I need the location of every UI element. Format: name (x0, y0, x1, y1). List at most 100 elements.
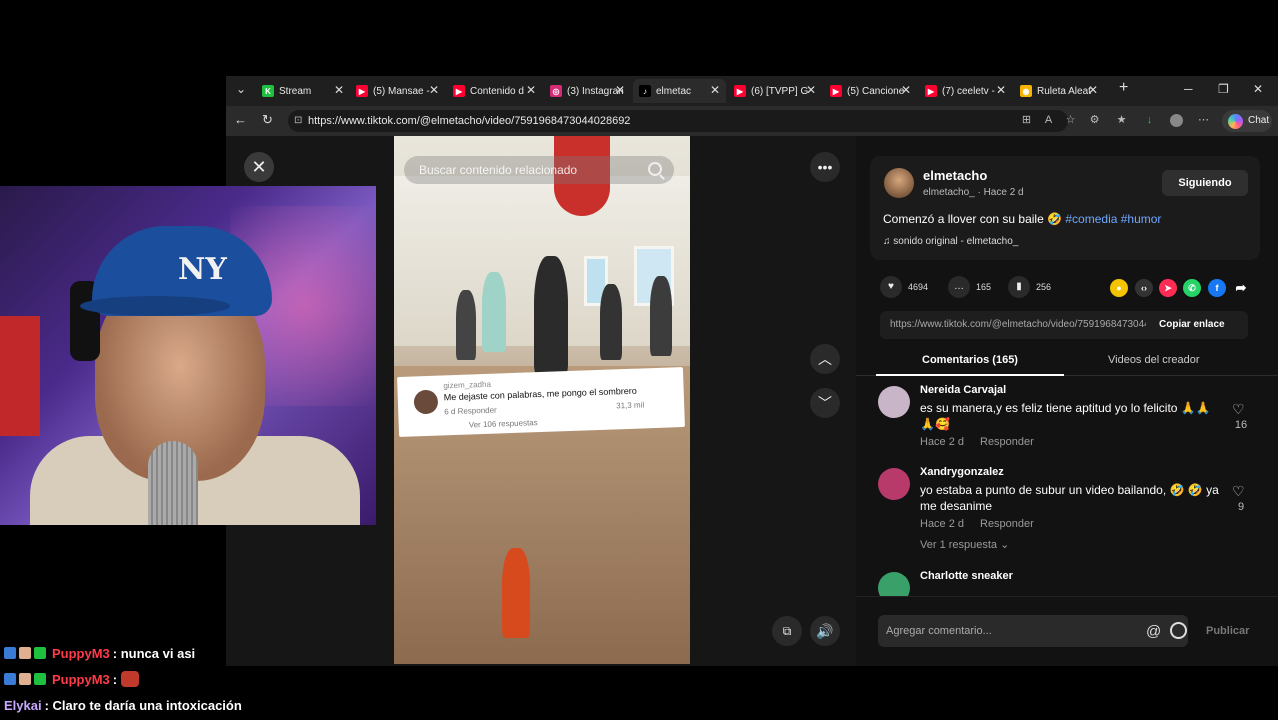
related-search-input[interactable]: Buscar contenido relacionado (404, 156, 674, 184)
comment-avatar[interactable] (878, 572, 910, 596)
author-meta: elmetacho_ · Hace 2 d (923, 187, 1024, 198)
video-frame-dancer (502, 548, 530, 638)
pip-button[interactable]: ⧉ (772, 616, 802, 646)
browser-tab[interactable]: ▶ (5) Mansae - ✕ (350, 79, 445, 103)
webcam-cap-brim (80, 296, 230, 316)
browser-tab[interactable]: ◉ Ruleta Aleat ✕ (1014, 79, 1104, 103)
copy-link-button[interactable]: Copiar enlace (1159, 319, 1225, 330)
embed-code-icon[interactable]: ‹› (1135, 279, 1153, 297)
tab-creator-videos[interactable]: Videos del creador (1108, 354, 1200, 366)
split-screen-icon[interactable]: ⊞ (1020, 114, 1033, 127)
comment-stat[interactable]: … 165 (948, 276, 991, 298)
browser-tab[interactable]: ▶ Contenido d ✕ (447, 79, 542, 103)
minimize-icon[interactable]: ─ (1184, 82, 1193, 96)
browser-tab[interactable]: ♪ elmetac ✕ (633, 79, 726, 103)
comment-item: Xandrygonzalez yo estaba a punto de subu… (856, 466, 1278, 566)
kick-badge-icon (34, 647, 46, 659)
tab-close-icon[interactable]: ✕ (710, 83, 720, 97)
sound-link[interactable]: ♫ sonido original - elmetacho_ (883, 236, 1018, 247)
tab-close-icon[interactable]: ✕ (996, 83, 1006, 97)
site-info-icon[interactable]: ⊡ (294, 110, 302, 132)
caption-hashtags[interactable]: #comedia #humor (1065, 212, 1161, 226)
save-stat[interactable]: ▮ 256 (1008, 276, 1051, 298)
whatsapp-icon[interactable]: ✆ (1183, 279, 1201, 297)
browser-window: ⌄ K Stream ✕ ▶ (5) Mansae - ✕ ▶ Contenido d ✕ ◎ (3… (226, 76, 1278, 666)
publish-button[interactable]: Publicar (1206, 625, 1249, 637)
tiktok-page: ✕ Buscar contenido relacionado gizem_zad… (226, 136, 1278, 666)
new-tab-plus-icon[interactable]: + (1119, 79, 1128, 97)
comments-tabs: Comentarios (165) Videos del creador (856, 346, 1278, 376)
youtube-icon: ▶ (356, 85, 368, 97)
facebook-icon[interactable]: f (1208, 279, 1226, 297)
comment-text: yo estaba a punto de subur un video bail… (920, 483, 1219, 513)
volume-button[interactable]: 🔊 (810, 616, 840, 646)
favorites-icon[interactable]: ★ (1115, 114, 1128, 127)
favorite-star-icon[interactable]: ☆ (1064, 114, 1077, 127)
add-comment-input[interactable]: Agregar comentario... (878, 615, 1188, 647)
browser-tab[interactable]: ◎ (3) Instagran ✕ (544, 79, 631, 103)
comment-author[interactable]: Xandrygonzalez (920, 466, 1004, 478)
video-frame-dancer (600, 284, 622, 360)
view-replies-button[interactable]: Ver 1 respuesta ⌄ (920, 538, 1009, 551)
comment-avatar[interactable] (878, 386, 910, 418)
restore-icon[interactable]: ❐ (1218, 82, 1229, 96)
close-video-button[interactable]: ✕ (244, 152, 274, 182)
overlay-comment-card: gizem_zadha Me dejaste con palabras, me … (397, 367, 685, 437)
tab-list-chevron-icon[interactable]: ⌄ (236, 82, 246, 96)
next-video-button[interactable]: ﹀ (810, 388, 840, 418)
tab-label: Ruleta Aleat (1037, 85, 1091, 97)
video-player[interactable]: Buscar contenido relacionado gizem_zadha… (394, 136, 690, 664)
mention-at-icon[interactable]: @ (1146, 623, 1161, 640)
downloads-icon[interactable]: ↓ (1143, 114, 1156, 127)
tab-close-icon[interactable]: ✕ (526, 83, 536, 97)
coin-share-icon[interactable]: ● (1110, 279, 1128, 297)
reply-button[interactable]: Responder (980, 436, 1034, 448)
video-frame-dancer (650, 276, 672, 356)
share-arrow-icon[interactable]: ➦ (1232, 279, 1250, 297)
like-stat[interactable]: ♥ 4694 (880, 276, 928, 298)
profile-avatar-icon[interactable] (1170, 114, 1183, 127)
author-avatar[interactable] (884, 168, 914, 198)
reload-icon[interactable]: ↻ (262, 112, 273, 128)
video-frame-dancer (534, 256, 568, 376)
tab-close-icon[interactable]: ✕ (334, 83, 344, 97)
add-comment-bar: Agregar comentario... @ Publicar (856, 596, 1278, 666)
comment-list: Nereida Carvajal es su manera,y es feliz… (856, 384, 1278, 596)
search-icon[interactable] (648, 162, 662, 176)
more-options-button[interactable]: ••• (810, 152, 840, 182)
tab-close-icon[interactable]: ✕ (1088, 83, 1098, 97)
heart-outline-icon[interactable]: ♡ (1232, 483, 1245, 500)
tab-comments[interactable]: Comentarios (165) (922, 354, 1018, 366)
back-arrow-icon[interactable]: ← (234, 112, 247, 127)
more-menu-icon[interactable]: ⋯ (1197, 114, 1210, 127)
tab-label: (5) Mansae - (373, 85, 430, 97)
send-share-icon[interactable]: ➤ (1159, 279, 1177, 297)
comment-author[interactable]: Nereida Carvajal (920, 384, 1006, 396)
tab-close-icon[interactable]: ✕ (901, 83, 911, 97)
details-panel: elmetacho elmetacho_ · Hace 2 d Siguiend… (856, 136, 1278, 666)
tab-close-icon[interactable]: ✕ (429, 83, 439, 97)
sub-badge-icon (4, 647, 16, 659)
window-close-icon[interactable]: ✕ (1253, 82, 1263, 96)
browser-tab[interactable]: K Stream ✕ (256, 79, 350, 103)
browser-tab[interactable]: ▶ (7) ceeletv - ✕ (919, 79, 1012, 103)
copilot-chat-button[interactable]: Chat (1222, 110, 1272, 132)
browser-tab[interactable]: ▶ (5) Cancione ✕ (824, 79, 917, 103)
previous-video-button[interactable]: ︿ (810, 344, 840, 374)
extensions-icon[interactable]: ⚙ (1088, 114, 1101, 127)
address-bar[interactable]: ⊡ https://www.tiktok.com/@elmetacho/vide… (288, 110, 1075, 132)
translate-icon[interactable]: A (1042, 114, 1055, 127)
comment-author[interactable]: Charlotte sneaker (920, 570, 1013, 582)
author-name[interactable]: elmetacho (923, 168, 987, 183)
overlay-comment-meta: 6 d Responder (444, 405, 497, 417)
tab-close-icon[interactable]: ✕ (615, 83, 625, 97)
comment-avatar[interactable] (878, 468, 910, 500)
tab-close-icon[interactable]: ✕ (806, 83, 816, 97)
reply-button[interactable]: Responder (980, 518, 1034, 530)
browser-tab[interactable]: ▶ (6) [TVPP] G ✕ (728, 79, 822, 103)
emoji-icon[interactable] (1170, 622, 1187, 639)
video-frame-dancer (456, 290, 476, 360)
following-button[interactable]: Siguiendo (1162, 170, 1248, 196)
heart-outline-icon[interactable]: ♡ (1232, 401, 1245, 418)
comment-text: es su manera,y es feliz tiene aptitud yo… (920, 401, 1211, 431)
